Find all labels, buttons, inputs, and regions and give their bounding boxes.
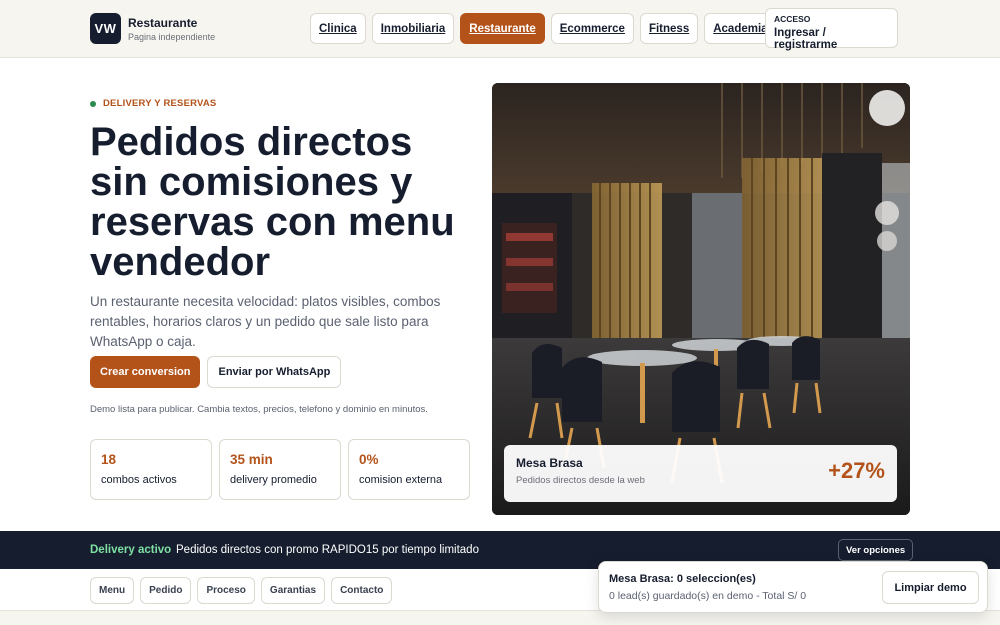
stat-card: 35 min delivery promedio (219, 439, 341, 500)
brand[interactable]: VW Restaurante Pagina independiente (90, 13, 215, 44)
nav-fitness[interactable]: Fitness (639, 13, 699, 44)
stats-row: 18 combos activos 35 min delivery promed… (90, 439, 470, 500)
eyebrow-text: DELIVERY Y RESERVAS (103, 98, 217, 109)
restaurant-photo: Mesa Brasa Pedidos directos desde la web… (492, 83, 910, 515)
stat-label: combos activos (101, 474, 177, 486)
section-tab-menu[interactable]: Menu (90, 577, 135, 604)
nav-ecommerce[interactable]: Ecommerce (550, 13, 634, 44)
create-conversion-button[interactable]: Crear conversion (90, 356, 201, 388)
section-tab-pedido[interactable]: Pedido (140, 577, 192, 604)
access-label: ACCESO (774, 14, 811, 24)
image-overlay-card: Mesa Brasa Pedidos directos desde la web… (504, 445, 897, 502)
clear-demo-button[interactable]: Limpiar demo (882, 571, 979, 604)
nav-restaurante[interactable]: Restaurante (460, 13, 545, 44)
view-options-button[interactable]: Ver opciones (838, 539, 914, 561)
section-nav: Menu Pedido Proceso Garantias Contacto (90, 577, 393, 604)
hero-description: Un restaurante necesita velocidad: plato… (90, 294, 441, 349)
access-button[interactable]: ACCESO Ingresar / registrarme (765, 8, 898, 51)
main-nav: Clinica Inmobiliaria Restaurante Ecommer… (310, 13, 777, 44)
selection-cart-widget: Mesa Brasa: 0 seleccion(es) 0 lead(s) gu… (598, 561, 988, 613)
stat-value: 18 (101, 452, 117, 467)
hero-headline: Pedidos directos sin comisiones y reserv… (90, 120, 455, 284)
top-header: VW Restaurante Pagina independiente Clin… (0, 0, 1000, 58)
overlay-metric: +27% (828, 458, 885, 483)
promo-highlight: Delivery activo (90, 544, 172, 556)
send-whatsapp-button[interactable]: Enviar por WhatsApp (207, 356, 342, 388)
stat-value: 35 min (230, 452, 273, 467)
hero-eyebrow: DELIVERY Y RESERVAS (90, 98, 216, 109)
stat-card: 0% comision externa (348, 439, 470, 500)
promo-text: Pedidos directos con promo RAPIDO15 por … (176, 544, 479, 556)
nav-inmobiliaria[interactable]: Inmobiliaria (371, 13, 455, 44)
section-tab-proceso[interactable]: Proceso (197, 577, 255, 604)
demo-note: Demo lista para publicar. Cambia textos,… (90, 404, 428, 415)
section-tab-contacto[interactable]: Contacto (331, 577, 393, 604)
nav-clinica[interactable]: Clinica (310, 13, 366, 44)
cart-summary: 0 lead(s) guardado(s) en demo - Total S/… (609, 590, 807, 602)
stat-value: 0% (359, 452, 379, 467)
stat-label: comision externa (359, 474, 443, 486)
brand-logo: VW (90, 13, 121, 44)
stat-card: 18 combos activos (90, 439, 212, 500)
status-dot-icon (90, 100, 96, 107)
stat-label: delivery promedio (230, 474, 317, 486)
cta-row: Crear conversion Enviar por WhatsApp (90, 356, 342, 388)
brand-name: Restaurante (128, 15, 198, 30)
section-tab-garantias[interactable]: Garantias (260, 577, 326, 604)
login-register-link[interactable]: Ingresar / registrarme (774, 27, 889, 51)
brand-subtitle: Pagina independiente (128, 31, 216, 42)
brand-text: Restaurante Pagina independiente (128, 16, 215, 42)
cart-title: Mesa Brasa: 0 seleccion(es) (609, 573, 756, 585)
